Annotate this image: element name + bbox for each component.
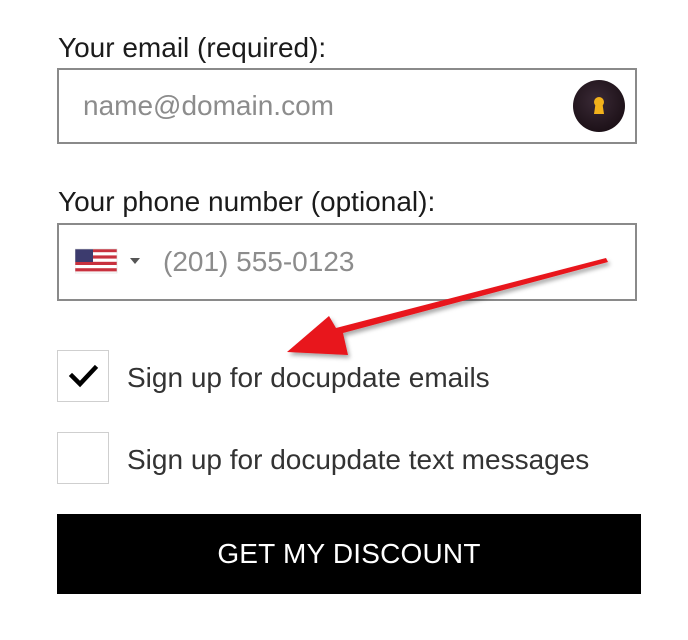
- caret-down-icon: [130, 258, 140, 264]
- signup-form: Your email (required): Your phone number…: [0, 0, 688, 640]
- email-field-box: [57, 68, 637, 144]
- checkmark-icon: [68, 364, 99, 388]
- email-label: Your email (required):: [58, 32, 327, 63]
- us-flag-icon: [74, 248, 140, 274]
- get-discount-button[interactable]: GET MY DISCOUNT: [57, 514, 641, 594]
- email-input[interactable]: [83, 70, 543, 142]
- phone-label: Your phone number (optional):: [58, 186, 436, 217]
- sms-optin-checkbox[interactable]: [57, 432, 109, 484]
- keyhole-icon[interactable]: [573, 80, 625, 132]
- email-optin-checkbox[interactable]: [57, 350, 109, 402]
- country-select[interactable]: [74, 247, 143, 277]
- email-optin-label[interactable]: Sign up for docupdate emails: [127, 362, 490, 394]
- phone-field-box: [57, 223, 637, 301]
- phone-input[interactable]: [163, 225, 603, 299]
- sms-optin-label[interactable]: Sign up for docupdate text messages: [127, 444, 589, 476]
